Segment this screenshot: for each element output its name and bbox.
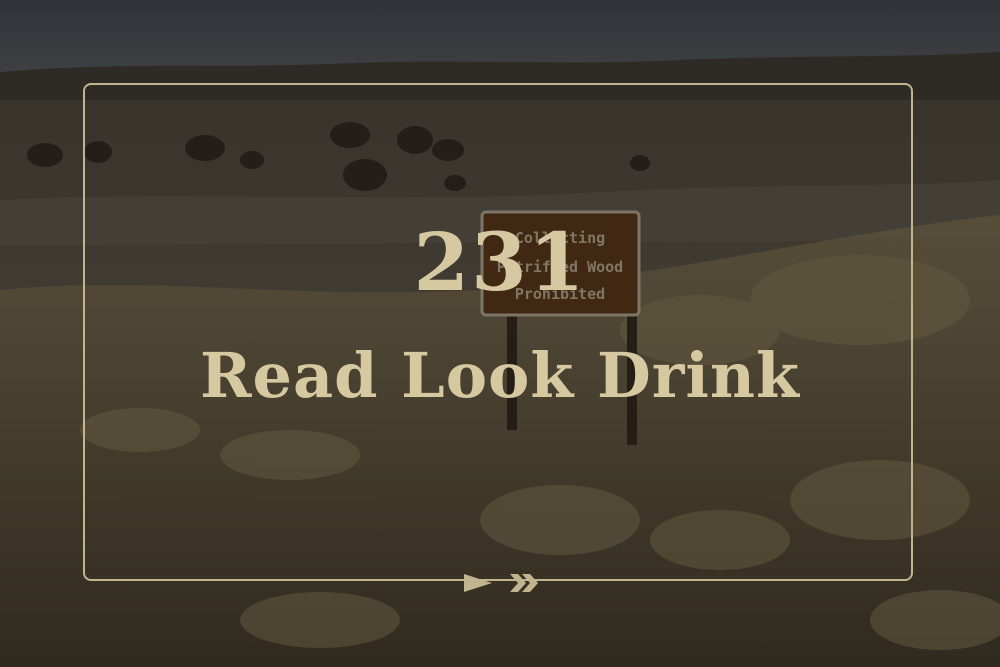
episode-number: 231: [413, 215, 587, 309]
episode-title: Read Look Drink: [200, 339, 800, 412]
arrow-icon: [464, 574, 538, 592]
decorative-frame: [83, 83, 913, 581]
